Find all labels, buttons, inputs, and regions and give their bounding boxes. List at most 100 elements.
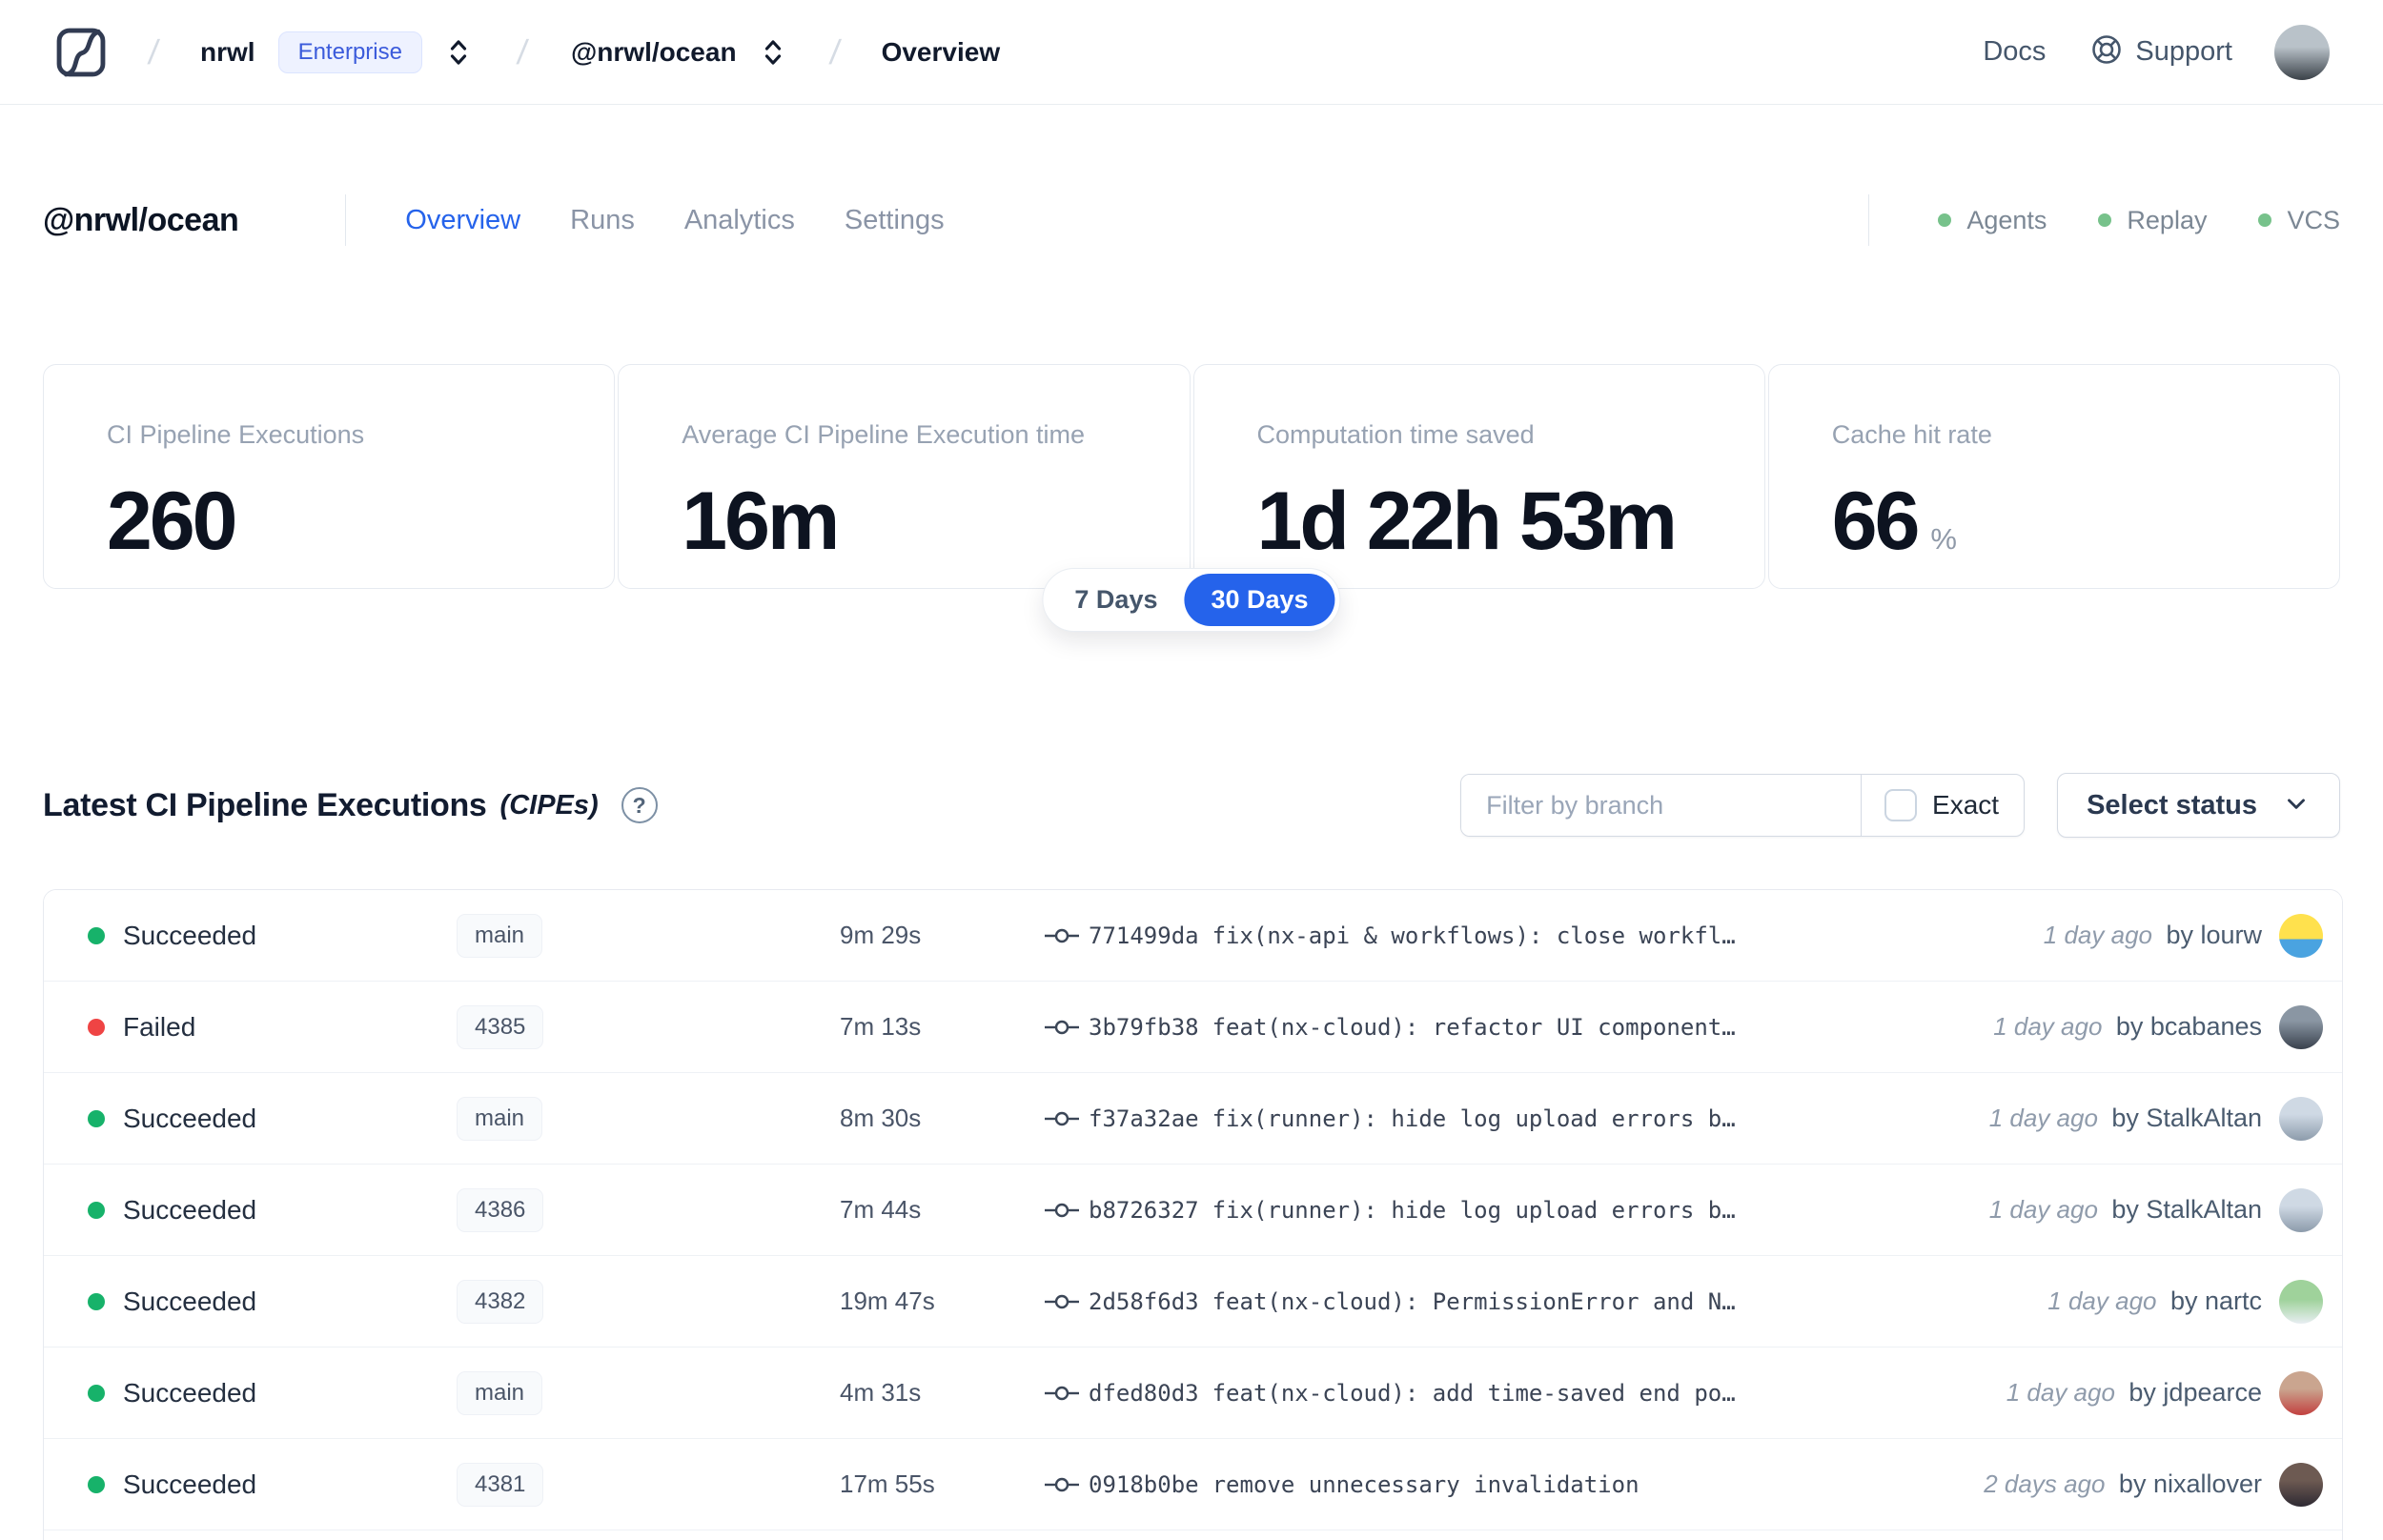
branch-filter-input[interactable] — [1461, 775, 1862, 836]
branch-badge: 4385 — [457, 1004, 544, 1049]
cipe-duration: 8m 30s — [840, 1104, 922, 1132]
cipe-row[interactable]: Succeeded main 4m 31s dfed80d3 feat(nx-cl… — [44, 1348, 2342, 1439]
branch-cell: 4382 — [457, 1279, 840, 1324]
commit-hash: f37a32ae — [1089, 1104, 1199, 1132]
cipe-meta: 1 day ago by nartc — [2047, 1287, 2262, 1316]
green-dot-icon — [2258, 213, 2272, 227]
commit-hash: 771499da — [1089, 922, 1199, 949]
tab-overview[interactable]: Overview — [405, 205, 520, 236]
lifebuoy-icon — [2089, 32, 2124, 71]
date-range-toggle: 7 Days 30 Days — [1042, 568, 1341, 632]
cipe-row[interactable]: Succeeded main 9m 29s 771499da fix(nx-api… — [44, 890, 2342, 982]
support-link[interactable]: Support — [2089, 32, 2232, 71]
cipe-row[interactable]: Succeeded 4386 7m 44s b8726327 fix(runner… — [44, 1165, 2342, 1256]
tab-settings[interactable]: Settings — [845, 205, 945, 236]
author: by nixallover — [2118, 1469, 2262, 1498]
cipe-filters: Exact Select status — [1460, 773, 2340, 838]
commit-message: f37a32ae fix(runner): hide log upload err… — [1089, 1104, 1736, 1132]
time-ago: 2 days ago — [1984, 1469, 2106, 1498]
enterprise-badge[interactable]: Enterprise — [277, 30, 422, 73]
commit-hash: 2d58f6d3 — [1089, 1287, 1199, 1315]
status-dot-icon — [88, 1201, 105, 1219]
page-title: @nrwl/ocean — [43, 201, 239, 238]
cipe-status: Succeeded — [123, 1377, 257, 1408]
indicator-replay[interactable]: Replay — [2098, 206, 2207, 235]
toggle-7-days[interactable]: 7 Days — [1048, 574, 1184, 626]
breadcrumb-page: Overview — [881, 36, 1001, 67]
time-ago: 1 day ago — [2047, 1287, 2157, 1315]
cipe-duration: 7m 13s — [840, 1012, 922, 1041]
exact-label: Exact — [1932, 790, 2000, 820]
author-avatar — [2279, 913, 2323, 958]
select-status-dropdown[interactable]: Select status — [2057, 773, 2340, 838]
author: by bcabanes — [2115, 1012, 2262, 1041]
cipe-status: Succeeded — [123, 920, 257, 950]
cipe-duration: 19m 47s — [840, 1287, 935, 1315]
breadcrumb: / nrwl Enterprise / @nrwl/ocean / Overvi… — [53, 25, 1000, 80]
status-indicators: Agents Replay VCS — [1868, 194, 2340, 246]
author: by jdpearce — [2128, 1378, 2262, 1407]
cipe-status: Succeeded — [123, 1194, 257, 1225]
stat-card-computation-time-saved: Computation time saved 1d 22h 53m — [1192, 364, 1765, 589]
cipe-row[interactable]: Succeeded 4381 17m 55s 0918b0be remove un… — [44, 1439, 2342, 1530]
cipe-meta: 1 day ago by lourw — [2044, 921, 2262, 950]
cipe-meta: 1 day ago by bcabanes — [1993, 1012, 2262, 1042]
toggle-30-days[interactable]: 30 Days — [1184, 574, 1335, 626]
org-selector-chevrons-icon[interactable] — [443, 36, 474, 69]
user-avatar[interactable] — [2274, 24, 2330, 80]
cipe-status: Failed — [123, 1011, 196, 1042]
commit-message: 771499da fix(nx-api & workflows): close w… — [1089, 922, 1736, 949]
cipe-row[interactable]: Succeeded main 8m 30s f37a32ae fix(runner… — [44, 1073, 2342, 1165]
stat-value: 1d 22h 53m — [1256, 476, 1678, 567]
indicator-agents[interactable]: Agents — [1938, 206, 2047, 235]
stat-unit: % — [1930, 522, 1957, 556]
cipe-duration: 4m 31s — [840, 1378, 922, 1407]
cipe-status: Succeeded — [123, 1469, 257, 1499]
commit-message: dfed80d3 feat(nx-cloud): add time-saved e… — [1089, 1379, 1736, 1407]
time-ago: 1 day ago — [2006, 1378, 2115, 1407]
stat-label: Cache hit rate — [1831, 420, 1992, 449]
branch-filter-group: Exact — [1460, 774, 2026, 837]
status-dot-icon — [88, 1475, 105, 1493]
docs-link[interactable]: Docs — [1983, 36, 2046, 68]
stat-label: Computation time saved — [1256, 420, 1535, 449]
branch-badge: main — [457, 913, 543, 958]
breadcrumb-separator: / — [826, 31, 843, 71]
indicator-vcs[interactable]: VCS — [2258, 206, 2340, 235]
author-avatar — [2279, 1187, 2323, 1232]
author-avatar — [2279, 1096, 2323, 1141]
status-dot-icon — [88, 1292, 105, 1310]
commit-message: 2d58f6d3 feat(nx-cloud): PermissionError … — [1089, 1287, 1736, 1315]
git-commit-icon — [1043, 1473, 1081, 1496]
git-commit-icon — [1043, 1107, 1081, 1130]
cipe-duration: 17m 55s — [840, 1469, 935, 1498]
stat-card-ci-pipeline-executions: CI Pipeline Executions 260 — [43, 364, 616, 589]
tab-runs[interactable]: Runs — [570, 205, 635, 236]
author: by nartc — [2169, 1287, 2262, 1315]
breadcrumb-workspace[interactable]: @nrwl/ocean — [571, 37, 737, 68]
time-ago: 1 day ago — [1993, 1012, 2103, 1041]
exact-checkbox[interactable] — [1884, 789, 1918, 821]
status-dot-icon — [88, 1018, 105, 1036]
commit-hash: dfed80d3 — [1089, 1379, 1199, 1407]
breadcrumb-org[interactable]: nrwl — [200, 37, 255, 68]
tab-analytics[interactable]: Analytics — [684, 205, 795, 236]
breadcrumb-separator: / — [146, 31, 161, 71]
cipe-status: Succeeded — [123, 1286, 257, 1316]
branch-cell: main — [457, 1370, 840, 1415]
cipe-row[interactable]: Succeeded 4382 19m 47s 2d58f6d3 feat(nx-c… — [44, 1256, 2342, 1348]
commit-hash: b8726327 — [1089, 1196, 1199, 1224]
commit-message: 0918b0be remove unnecessary invalidation — [1089, 1470, 1640, 1498]
help-icon[interactable]: ? — [621, 787, 658, 823]
breadcrumb-separator: / — [515, 31, 530, 71]
time-ago: 1 day ago — [1988, 1104, 2098, 1132]
author-avatar — [2279, 1462, 2323, 1507]
cipe-meta: 1 day ago by StalkAltan — [1989, 1195, 2262, 1225]
nx-cloud-logo-icon[interactable] — [53, 25, 109, 80]
author: by StalkAltan — [2111, 1104, 2262, 1132]
commit-message: b8726327 fix(runner): hide log upload err… — [1089, 1196, 1736, 1224]
chevron-down-icon — [2282, 789, 2311, 822]
cipe-row[interactable]: Failed 4385 7m 13s 3b79fb38 feat(nx-cloud… — [44, 982, 2342, 1073]
git-commit-icon — [1043, 924, 1081, 947]
workspace-selector-chevrons-icon[interactable] — [758, 36, 788, 69]
